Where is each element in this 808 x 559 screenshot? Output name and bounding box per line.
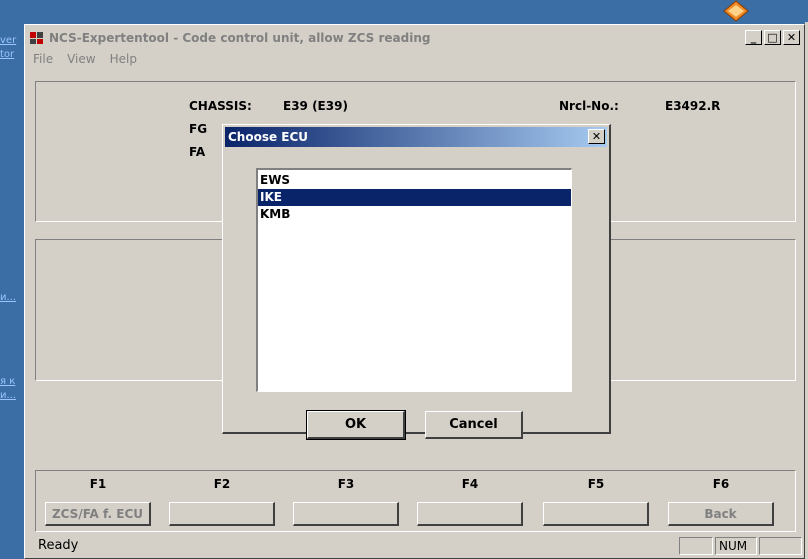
- dialog-title: Choose ECU: [228, 130, 309, 144]
- function-key-panel: F1 F2 F3 F4 F5 F6 ZCS/FA f. ECU Back: [35, 470, 796, 532]
- menu-bar: File View Help: [31, 52, 139, 70]
- ok-button[interactable]: OK: [306, 410, 406, 440]
- maximize-icon: □: [767, 31, 778, 44]
- dialog-close-button[interactable]: ✕: [588, 129, 605, 144]
- fkey-label-f6: F6: [712, 477, 730, 491]
- dialog-titlebar[interactable]: Choose ECU ✕: [225, 127, 607, 147]
- window-titlebar[interactable]: NCS-Expertentool - Code control unit, al…: [27, 27, 802, 49]
- num-lock-indicator: NUM: [715, 537, 757, 555]
- desktop-link[interactable]: ver: [0, 35, 22, 46]
- status-text: Ready: [38, 538, 79, 553]
- window-controls: _ □ ✕: [745, 30, 800, 45]
- status-bar: Ready NUM: [27, 535, 802, 557]
- desktop-link[interactable]: tor: [0, 49, 22, 60]
- list-item[interactable]: KMB: [258, 206, 571, 223]
- fkey-label-f1: F1: [89, 477, 107, 491]
- ncs-app-icon: [29, 30, 45, 46]
- f6-back-button[interactable]: Back: [668, 502, 774, 526]
- chassis-value: E39 (E39): [283, 99, 348, 113]
- close-icon: ✕: [591, 130, 602, 143]
- f5-button[interactable]: [543, 502, 649, 526]
- window-title: NCS-Expertentool - Code control unit, al…: [49, 31, 431, 45]
- desktop-link-column: ver tor и... я к и...: [0, 0, 24, 559]
- status-cell-empty: [679, 537, 713, 555]
- desktop-link[interactable]: и...: [0, 292, 22, 303]
- minimize-button[interactable]: _: [745, 30, 762, 45]
- close-icon: ✕: [786, 31, 797, 44]
- f3-button[interactable]: [293, 502, 399, 526]
- cancel-button[interactable]: Cancel: [425, 411, 523, 439]
- fkey-label-f2: F2: [213, 477, 231, 491]
- list-item-selected[interactable]: IKE: [258, 189, 571, 206]
- menu-help[interactable]: Help: [108, 52, 139, 70]
- f2-button[interactable]: [169, 502, 275, 526]
- close-button[interactable]: ✕: [783, 30, 800, 45]
- choose-ecu-dialog: Choose ECU ✕ EWS IKE KMB OK Cancel: [222, 124, 611, 440]
- nrcl-value: E3492.R: [665, 99, 721, 113]
- minimize-icon: _: [750, 31, 757, 44]
- f1-button[interactable]: ZCS/FA f. ECU: [45, 502, 151, 526]
- fg-label: FG: [189, 122, 208, 136]
- fkey-label-f5: F5: [587, 477, 605, 491]
- desktop-link[interactable]: я к: [0, 376, 22, 387]
- nrcl-label: Nrcl-No.:: [559, 99, 619, 113]
- list-item[interactable]: EWS: [258, 172, 571, 189]
- fkey-label-f3: F3: [337, 477, 355, 491]
- f4-button[interactable]: [417, 502, 523, 526]
- main-window: NCS-Expertentool - Code control unit, al…: [24, 24, 805, 559]
- fkey-label-f4: F4: [461, 477, 479, 491]
- chassis-label: CHASSIS:: [189, 99, 252, 113]
- menu-file[interactable]: File: [31, 52, 55, 70]
- warning-diamond-icon[interactable]: [722, 0, 750, 22]
- ecu-listbox[interactable]: EWS IKE KMB: [256, 168, 572, 392]
- maximize-button[interactable]: □: [764, 30, 781, 45]
- status-cell-empty: [759, 537, 802, 555]
- desktop-link[interactable]: и...: [0, 390, 22, 401]
- fa-label: FA: [189, 145, 206, 159]
- menu-view[interactable]: View: [65, 52, 97, 70]
